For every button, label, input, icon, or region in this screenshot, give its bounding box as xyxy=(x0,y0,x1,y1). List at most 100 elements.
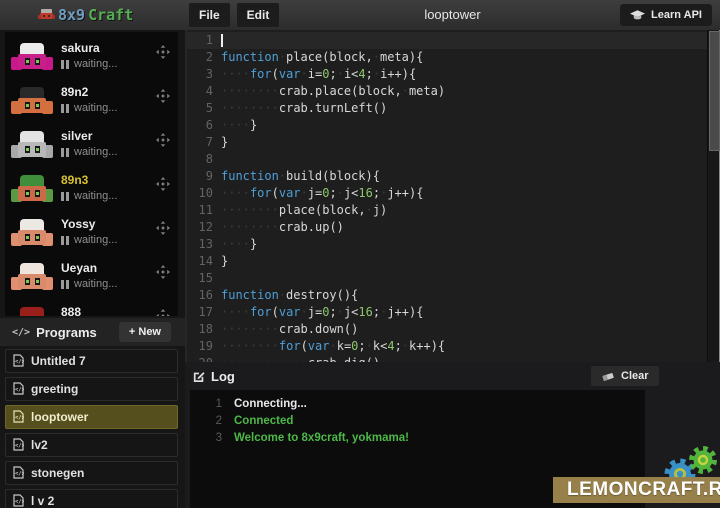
scrollbar-thumb[interactable] xyxy=(709,31,720,151)
code-text: ····for(var·i=0;·i<4;·i++){ xyxy=(221,66,416,83)
crab-avatar-icon xyxy=(11,175,53,205)
move-icon[interactable] xyxy=(156,265,170,279)
player-row[interactable]: 89n3waiting... xyxy=(5,168,178,212)
crab-eye xyxy=(35,102,40,109)
code-text: ········crab.turnLeft() xyxy=(221,100,387,117)
player-name: 89n2 xyxy=(61,85,88,99)
line-number: 2 xyxy=(187,49,213,66)
code-text: ····} xyxy=(221,236,257,253)
code-editor[interactable]: 12function·place(block,·meta){3····for(v… xyxy=(185,30,720,362)
app-window: 8x9Craft File Edit looptower Learn API s… xyxy=(0,0,720,508)
crab-avatar-icon xyxy=(11,43,53,73)
line-number: 5 xyxy=(187,100,213,117)
code-line[interactable]: 15 xyxy=(187,270,720,287)
code-line[interactable]: 4········crab.place(block,·meta) xyxy=(187,83,720,100)
code-line[interactable]: 6····} xyxy=(187,117,720,134)
line-number: 19 xyxy=(187,338,213,355)
code-file-icon: </> xyxy=(13,437,24,454)
svg-text:</>: </> xyxy=(15,415,24,421)
code-text: function·destroy(){ xyxy=(221,287,358,304)
code-line[interactable]: 10····for(var·j=0;·j<16;·j++){ xyxy=(187,185,720,202)
code-file-icon: </> xyxy=(13,353,24,370)
code-line[interactable]: 14} xyxy=(187,253,720,270)
crab-eye xyxy=(25,278,30,285)
program-list: </>Untitled 7</>greeting</>looptower</>l… xyxy=(5,349,178,508)
player-row[interactable]: silver waiting... xyxy=(5,124,178,168)
program-item[interactable]: </> looptower xyxy=(5,405,178,429)
player-row[interactable]: Ueyanwaiting... xyxy=(5,256,178,300)
player-status: waiting... xyxy=(61,234,117,246)
code-line[interactable]: 7} xyxy=(187,134,720,151)
line-number: 7 xyxy=(187,134,213,151)
code-text: } xyxy=(221,253,228,270)
code-line[interactable]: 13 ····} xyxy=(187,236,720,253)
move-icon[interactable] xyxy=(156,177,170,191)
pause-icon xyxy=(61,280,69,289)
editor-scrollbar[interactable] xyxy=(707,30,720,362)
player-name: 89n3 xyxy=(61,173,88,187)
text-cursor xyxy=(221,34,223,47)
log-entry: 3Welcome to 8x9craft, yokmama! xyxy=(190,430,645,447)
log-message: Connecting... xyxy=(234,396,307,413)
code-line[interactable]: 17····for(var·j=0;·j<16;·j++){ xyxy=(187,304,720,321)
line-number: 13 xyxy=(187,236,213,253)
code-line[interactable]: 18········crab.down() xyxy=(187,321,720,338)
move-icon[interactable] xyxy=(156,45,170,59)
player-row[interactable]: 888waiting... xyxy=(5,300,178,316)
code-line[interactable]: 9function·build(block){ xyxy=(187,168,720,185)
pause-icon xyxy=(61,60,69,69)
code-text: ········place(block,·j) xyxy=(221,202,387,219)
player-row[interactable]: Yossywaiting... xyxy=(5,212,178,256)
logo-text-craft: Craft xyxy=(88,6,133,24)
program-name: looptower xyxy=(31,410,88,424)
code-line[interactable]: 5 ········crab.turnLeft() xyxy=(187,100,720,117)
log-message: Connected xyxy=(234,413,293,430)
crab-avatar-icon xyxy=(11,263,53,293)
player-row[interactable]: 89n2waiting... xyxy=(5,80,178,124)
log-title: Log xyxy=(193,369,235,384)
log-header: Log Clear xyxy=(185,362,720,390)
player-status-text: waiting... xyxy=(74,146,117,158)
move-icon[interactable] xyxy=(156,89,170,103)
learn-api-button[interactable]: Learn API xyxy=(620,4,712,26)
svg-text:</>: </> xyxy=(15,471,24,477)
new-program-button[interactable]: + New xyxy=(119,322,171,342)
crab-eye xyxy=(35,58,40,65)
program-item[interactable]: </>l v 2 xyxy=(5,489,178,508)
player-status: waiting... xyxy=(61,146,117,158)
eraser-icon xyxy=(601,371,615,382)
code-text: ········crab.up() xyxy=(221,219,344,236)
program-item[interactable]: </>greeting xyxy=(5,377,178,401)
crab-eye xyxy=(35,146,40,153)
move-icon[interactable] xyxy=(156,309,170,316)
code-line[interactable]: 11········place(block,·j) xyxy=(187,202,720,219)
player-name: sakura xyxy=(61,41,100,55)
player-status-text: waiting... xyxy=(74,58,117,70)
code-line[interactable]: 12········crab.up() xyxy=(187,219,720,236)
player-name: silver xyxy=(61,129,92,143)
code-line[interactable]: 20············crab.dig() xyxy=(187,355,720,362)
menu-file[interactable]: File xyxy=(189,3,230,27)
header-bar: 8x9Craft File Edit looptower Learn API xyxy=(0,0,720,30)
move-icon[interactable] xyxy=(156,133,170,147)
code-line[interactable]: 2function·place(block,·meta){ xyxy=(187,49,720,66)
code-file-icon: </> xyxy=(13,381,24,398)
code-line[interactable]: 3····for(var·i=0;·i<4;·i++){ xyxy=(187,66,720,83)
player-row[interactable]: sakura waiting... xyxy=(5,36,178,80)
line-number: 10 xyxy=(187,185,213,202)
program-item[interactable]: </>stonegen xyxy=(5,461,178,485)
menu-edit[interactable]: Edit xyxy=(237,3,280,27)
code-line[interactable]: 8 xyxy=(187,151,720,168)
line-number: 18 xyxy=(187,321,213,338)
code-line[interactable]: 19 ········for(var·k=0;·k<4;·k++){ xyxy=(187,338,720,355)
code-text: function·build(block){ xyxy=(221,168,380,185)
crab-avatar-icon xyxy=(11,87,53,117)
move-icon[interactable] xyxy=(156,221,170,235)
code-text: ········for(var·k=0;·k<4;·k++){ xyxy=(221,338,445,355)
code-line[interactable]: 16function·destroy(){ xyxy=(187,287,720,304)
clear-log-button[interactable]: Clear xyxy=(591,366,659,386)
program-item[interactable]: </>lv2 xyxy=(5,433,178,457)
program-item[interactable]: </>Untitled 7 xyxy=(5,349,178,373)
code-line[interactable]: 1 xyxy=(187,32,720,49)
code-text: ············crab.dig() xyxy=(221,355,380,362)
